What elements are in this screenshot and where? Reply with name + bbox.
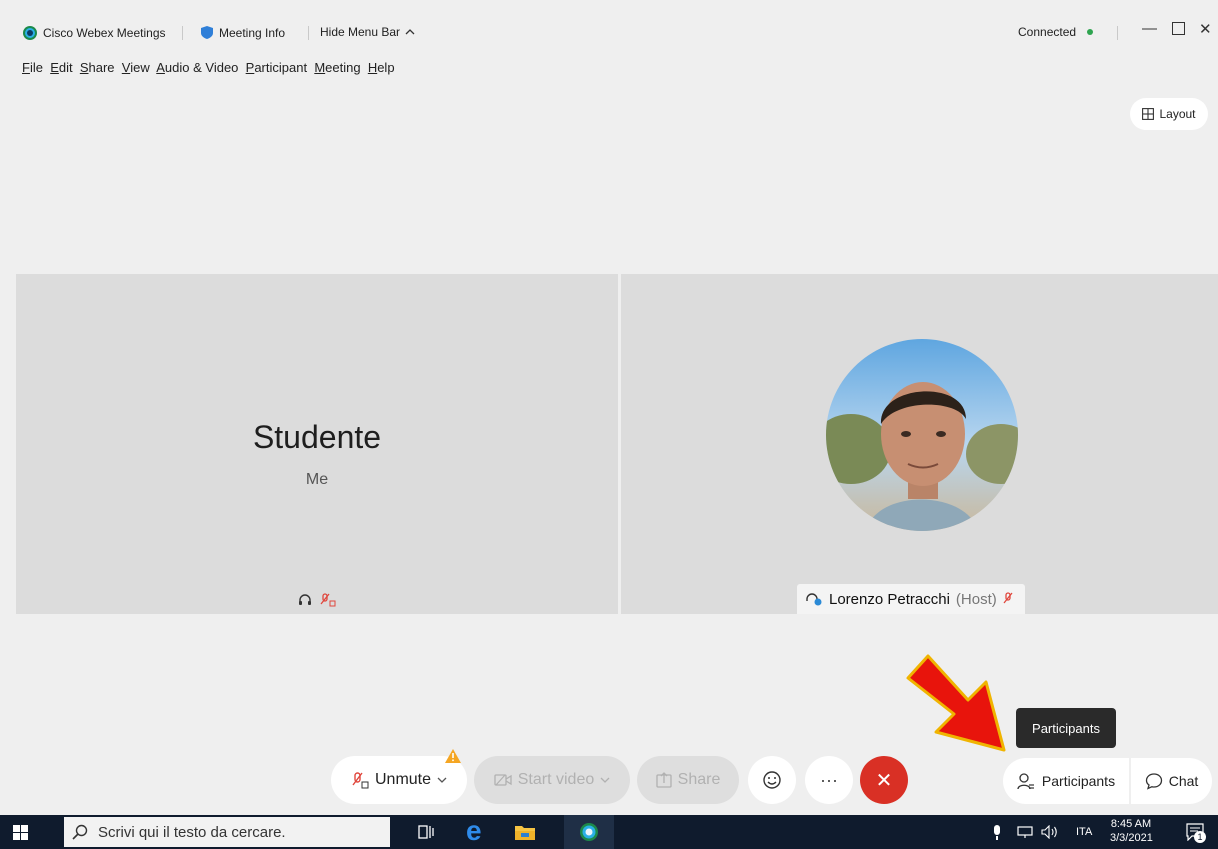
shield-icon <box>201 26 213 39</box>
title-bar: Cisco Webex Meetings Meeting Info Hide M… <box>0 0 1218 66</box>
self-subtitle: Me <box>305 471 329 488</box>
separator <box>1117 26 1118 40</box>
muted-mic-icon <box>1003 592 1013 604</box>
menu-view[interactable]: View <box>122 60 150 75</box>
avatar <box>826 339 1018 531</box>
meeting-info-button[interactable]: Meeting Info <box>200 25 285 40</box>
smiley-icon <box>763 771 781 789</box>
share-button[interactable]: Share <box>637 756 739 804</box>
menu-participant[interactable]: Participant <box>246 60 307 75</box>
windows-taskbar: Scrivi qui il testo da cercare. e ITA 8:… <box>0 815 1218 849</box>
self-status-icons <box>16 593 618 607</box>
muted-mic-icon <box>320 593 336 607</box>
ellipsis-icon: ··· <box>820 769 838 790</box>
layout-button[interactable]: Layout <box>1130 98 1208 130</box>
file-explorer-icon[interactable] <box>514 823 536 841</box>
webex-logo-icon <box>580 823 598 841</box>
host-name-label: Lorenzo Petracchi (Host) <box>797 584 1025 614</box>
close-icon[interactable]: ✕ <box>1199 20 1212 38</box>
share-icon <box>655 772 672 788</box>
self-name: Studente <box>252 419 382 455</box>
separator <box>308 26 309 40</box>
notification-center-icon[interactable]: 1 <box>1186 823 1206 846</box>
menu-share[interactable]: Share <box>80 60 115 75</box>
connection-status: Connected <box>1018 25 1094 39</box>
network-icon[interactable] <box>1017 826 1033 839</box>
host-video-tile: Lorenzo Petracchi (Host) <box>621 274 1218 614</box>
video-off-icon <box>494 774 512 786</box>
taskbar-search-input[interactable]: Scrivi qui il testo da cercare. <box>64 817 390 847</box>
chevron-up-icon <box>405 29 415 35</box>
maximize-icon[interactable] <box>1172 22 1185 35</box>
language-indicator[interactable]: ITA <box>1076 826 1092 838</box>
person-list-icon <box>1017 773 1034 790</box>
microphone-icon[interactable] <box>992 825 1002 840</box>
search-icon <box>72 824 88 840</box>
chevron-down-icon[interactable] <box>600 776 610 784</box>
self-video-tile: Studente Me <box>16 274 618 614</box>
app-title: Cisco Webex Meetings <box>22 25 166 41</box>
menu-audio-video[interactable]: Audio & Video <box>156 60 238 75</box>
grid-icon <box>1142 108 1155 120</box>
chevron-down-icon[interactable] <box>437 776 447 784</box>
clock[interactable]: 8:45 AM 3/3/2021 <box>1110 817 1153 845</box>
hide-menu-bar-button[interactable]: Hide Menu Bar <box>320 25 415 39</box>
volume-icon[interactable] <box>1041 825 1059 839</box>
reactions-button[interactable] <box>748 756 796 804</box>
menu-meeting[interactable]: Meeting <box>314 60 360 75</box>
chat-bubble-icon <box>1145 773 1162 790</box>
end-meeting-button[interactable]: ✕ <box>860 756 908 804</box>
edge-browser-icon[interactable]: e <box>466 816 482 846</box>
menu-bar: File Edit Share View Audio & Video Parti… <box>22 60 395 75</box>
webex-logo-icon <box>23 26 37 40</box>
annotation-arrow-icon <box>906 654 1006 752</box>
more-options-button[interactable]: ··· <box>805 756 853 804</box>
status-dot-icon <box>1087 29 1094 35</box>
host-role: (Host) <box>955 590 997 608</box>
start-video-button[interactable]: Start video <box>474 756 630 804</box>
headset-connected-icon <box>806 593 822 606</box>
participants-button[interactable]: Participants <box>1003 758 1129 804</box>
participants-tooltip: Participants <box>1016 708 1116 748</box>
webex-taskbar-item[interactable] <box>564 815 614 849</box>
separator <box>182 26 183 40</box>
host-name: Lorenzo Petracchi <box>829 590 950 608</box>
menu-file[interactable]: File <box>22 60 43 75</box>
menu-edit[interactable]: Edit <box>50 60 72 75</box>
muted-mic-icon <box>352 772 369 789</box>
headset-icon <box>299 594 311 605</box>
minimize-icon[interactable]: — <box>1142 20 1157 37</box>
notification-badge: 1 <box>1194 831 1206 843</box>
menu-help[interactable]: Help <box>368 60 395 75</box>
warning-icon <box>445 749 461 763</box>
app-name: Cisco Webex Meetings <box>43 26 166 40</box>
chat-button[interactable]: Chat <box>1131 758 1212 804</box>
windows-start-icon[interactable] <box>13 825 28 840</box>
close-icon: ✕ <box>875 769 893 792</box>
task-view-icon[interactable] <box>418 824 434 840</box>
